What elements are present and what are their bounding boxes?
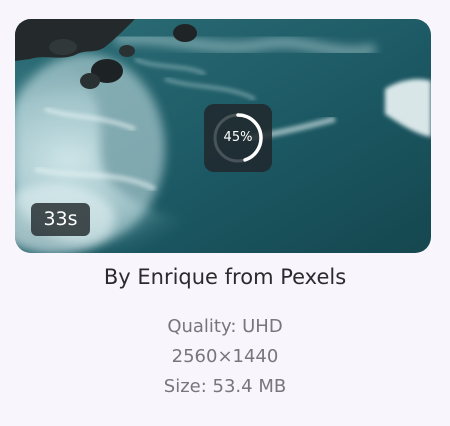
- duration-badge: 33s: [31, 203, 90, 236]
- video-thumbnail-card[interactable]: 45% 33s: [15, 19, 431, 253]
- video-quality: Quality: UHD: [167, 316, 283, 337]
- progress-percent: 45%: [223, 130, 253, 145]
- video-file-size: Size: 53.4 MB: [163, 376, 287, 397]
- video-author: By Enrique from Pexels: [103, 265, 347, 289]
- download-progress-indicator: 45%: [204, 104, 272, 172]
- video-resolution: 2560×1440: [171, 346, 279, 367]
